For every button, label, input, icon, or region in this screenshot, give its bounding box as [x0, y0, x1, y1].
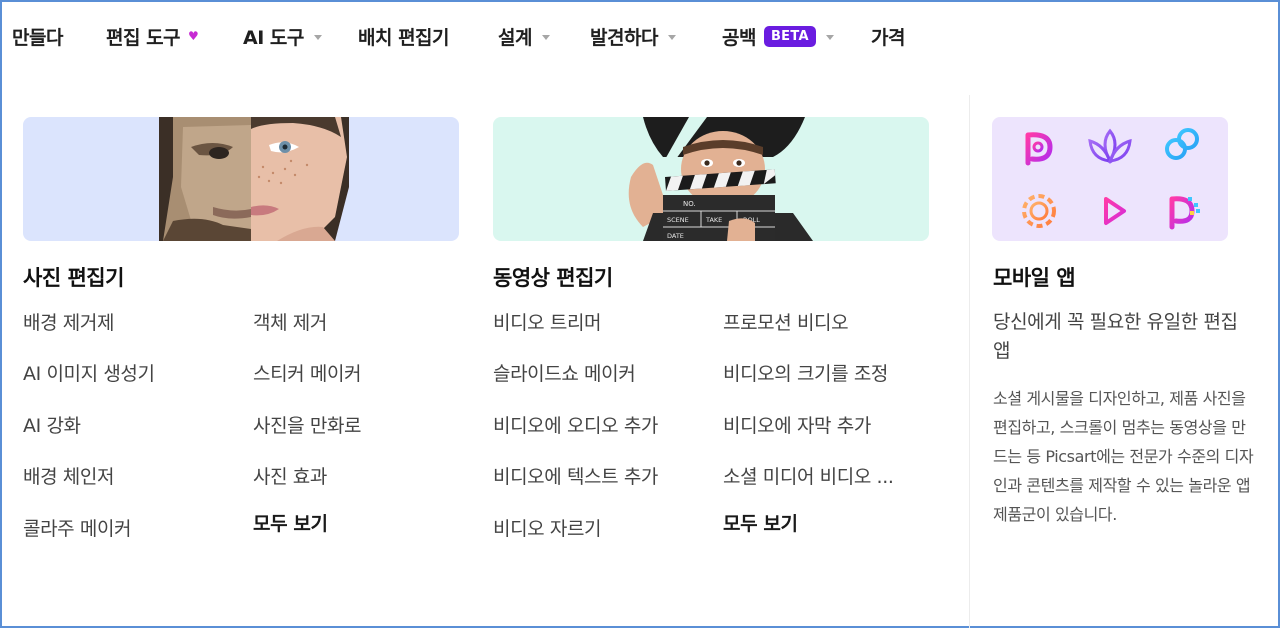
orange-circle-app-icon — [1022, 194, 1056, 228]
video-link-slideshow-maker[interactable]: 슬라이드쇼 메이커 — [493, 359, 636, 386]
clapboard-scene-label: SCENE — [667, 216, 689, 224]
mobile-apps-description: 소셜 게시물을 디자인하고, 제품 사진을 편집하고, 스크롤이 멈추는 동영상… — [993, 389, 1254, 524]
video-editor-title[interactable]: 동영상 편집기 — [493, 262, 613, 292]
photo-link-photo-effects[interactable]: 사진 효과 — [253, 462, 327, 489]
clapboard-date-label: DATE — [667, 232, 684, 240]
column-divider — [969, 95, 970, 628]
mobile-apps-subtitle: 당신에게 꼭 필요한 유일한 편집 앱 — [993, 311, 1238, 362]
nav-spaces[interactable]: 공백 BETA — [722, 22, 834, 50]
clapboard-no-label: NO. — [683, 200, 696, 208]
photo-editor-title[interactable]: 사진 편집기 — [23, 262, 124, 292]
photo-editor-banner[interactable] — [23, 117, 459, 241]
nav-batch-editor-label: 배치 편집기 — [358, 26, 450, 49]
photo-see-all-link[interactable]: 모두 보기 — [253, 509, 328, 536]
nav-discover-label: 발견하다 — [590, 26, 658, 49]
video-link-crop[interactable]: 비디오 자르기 — [493, 514, 602, 541]
nav-design-label: 설계 — [498, 26, 532, 49]
nav-batch-editor[interactable]: 배치 편집기 — [358, 22, 450, 50]
video-editor-banner[interactable]: NO. SCENE TAKE ROLL DATE — [493, 117, 929, 241]
chevron-down-icon — [825, 34, 834, 40]
nav-create[interactable]: 만들다 — [12, 22, 63, 50]
photo-link-background-changer[interactable]: 배경 체인저 — [23, 462, 114, 489]
nav-pricing[interactable]: 가격 — [871, 22, 905, 50]
photo-link-object-remover[interactable]: 객체 제거 — [253, 308, 327, 335]
nav-design[interactable]: 설계 — [498, 22, 550, 50]
photo-link-sticker-maker[interactable]: 스티커 메이커 — [253, 359, 362, 386]
app-icons-grid — [1022, 128, 1200, 230]
photo-link-ai-enhance[interactable]: AI 강화 — [23, 411, 81, 438]
nav-spaces-label: 공백 — [722, 26, 756, 49]
photo-link-collage-maker[interactable]: 콜라주 메이커 — [23, 514, 132, 541]
video-link-promo-video[interactable]: 프로모션 비디오 — [723, 308, 849, 335]
video-link-add-text[interactable]: 비디오에 텍스트 추가 — [493, 462, 658, 489]
picsart-app-icon — [1025, 132, 1053, 166]
nav-ai-tools-label: AI 도구 — [243, 26, 304, 49]
nav-edit-tools-label: 편집 도구 — [106, 26, 181, 49]
video-link-add-audio[interactable]: 비디오에 오디오 추가 — [493, 411, 658, 438]
beta-badge: BETA — [763, 25, 816, 47]
heart-icon: ♥ — [188, 29, 199, 43]
video-link-resize[interactable]: 비디오의 크기를 조정 — [723, 359, 888, 386]
clapboard-illustration: NO. SCENE TAKE ROLL DATE — [628, 117, 813, 241]
nav-edit-tools[interactable]: 편집 도구 ♥ — [106, 22, 199, 50]
photo-link-photo-to-cartoon[interactable]: 사진을 만화로 — [253, 411, 362, 438]
nav-discover[interactable]: 발견하다 — [590, 22, 676, 50]
chevron-down-icon — [313, 34, 322, 40]
pixel-p-app-icon — [1169, 196, 1200, 230]
photo-link-ai-image-generator[interactable]: AI 이미지 생성기 — [23, 359, 155, 386]
nav-ai-tools[interactable]: AI 도구 — [243, 22, 322, 50]
nav-pricing-label: 가격 — [871, 26, 905, 49]
video-link-add-subtitles[interactable]: 비디오에 자막 추가 — [723, 411, 871, 438]
photo-link-background-remover[interactable]: 배경 제거제 — [23, 308, 114, 335]
chevron-down-icon — [541, 34, 550, 40]
play-app-icon — [1096, 197, 1126, 225]
mobile-apps-title[interactable]: 모바일 앱 — [993, 262, 1076, 292]
video-see-all-link[interactable]: 모두 보기 — [723, 509, 798, 536]
top-navigation: 만들다 편집 도구 ♥ AI 도구 배치 편집기 설계 발견하다 공백 BETA… — [0, 0, 1280, 72]
video-link-trimmer[interactable]: 비디오 트리머 — [493, 308, 602, 335]
face-split-illustration — [159, 117, 349, 241]
mobile-apps-banner[interactable] — [992, 117, 1228, 241]
clapboard-take-label: TAKE — [705, 216, 722, 224]
video-link-social-media-video[interactable]: 소셜 미디어 비디오 ... — [723, 462, 894, 489]
nav-create-label: 만들다 — [12, 26, 63, 49]
lotus-app-icon — [1088, 128, 1132, 165]
chevron-down-icon — [667, 34, 676, 40]
rings-app-icon — [1165, 128, 1199, 160]
